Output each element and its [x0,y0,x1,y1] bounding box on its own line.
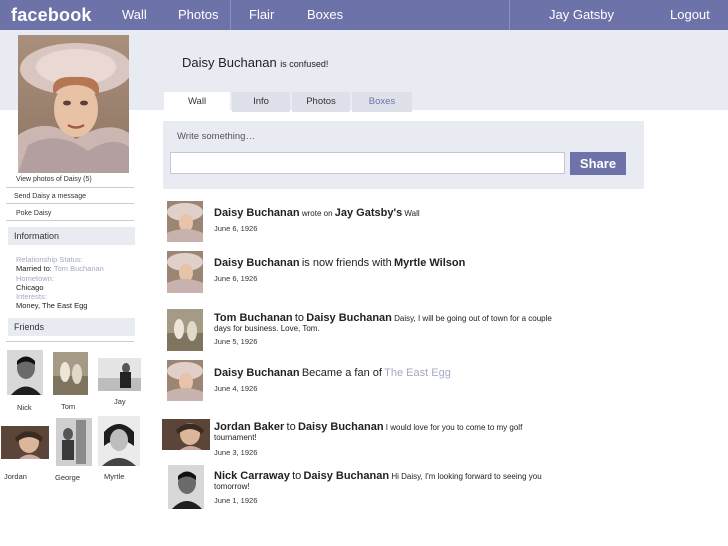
interests-value: Money, The East Egg [16,301,88,310]
story-actor[interactable]: Daisy Buchanan [214,367,300,379]
nav-divider [509,0,510,30]
story-actor[interactable]: Tom Buchanan [214,312,293,324]
friends-header: Friends [8,318,135,336]
story-text: Daisy Buchanan is now friends with Myrtl… [214,257,564,269]
friend-photo-nick[interactable] [7,350,43,395]
divider [6,341,134,342]
friend-photo-jay[interactable] [98,358,141,391]
tab-boxes[interactable]: Boxes [352,92,412,112]
story-actor[interactable]: Daisy Buchanan [214,257,300,269]
story-actor[interactable]: Daisy Buchanan [214,207,300,219]
tab-info[interactable]: Info [232,92,290,112]
story-avatar-tom[interactable] [167,309,203,351]
story-avatar-daisy[interactable] [167,251,203,293]
story-text: Jordan Baker to Daisy Buchanan I would l… [214,421,564,442]
facebook-logo[interactable]: facebook [11,0,92,30]
nav-divider [230,0,231,30]
top-navigation-bar: facebook Wall Photos Flair Boxes Jay Gat… [0,0,728,30]
friend-name-myrtle[interactable]: Myrtle [104,472,124,481]
married-label: Married to: [16,264,52,273]
publisher-prompt: Write something… [177,131,255,142]
nav-photos[interactable]: Photos [178,0,218,30]
story-text: Daisy Buchanan Became a fan of The East … [214,367,564,379]
story-action: is now friends with [301,257,392,269]
story-date: June 4, 1926 [214,384,258,393]
nav-flair[interactable]: Flair [249,0,274,30]
wall-post-input[interactable] [170,152,565,174]
story-date: June 5, 1926 [214,337,258,346]
logout-link[interactable]: Logout [670,0,710,30]
story-date: June 6, 1926 [214,274,258,283]
fan-page-link[interactable]: The East Egg [384,367,451,379]
friend-name-george[interactable]: George [55,473,80,482]
divider [6,187,134,188]
story-date: June 3, 1926 [214,448,258,457]
spouse-link[interactable]: Tom Buchanan [54,264,104,273]
friend-photo-tom[interactable] [53,352,88,395]
story-actor[interactable]: Jordan Baker [214,421,284,433]
story-date: June 6, 1926 [214,224,258,233]
story-action: wrote on [301,209,333,218]
story-target[interactable]: Daisy Buchanan [306,312,392,324]
story-avatar-daisy[interactable] [167,360,203,401]
share-button[interactable]: Share [570,152,626,175]
story-target[interactable]: Jay Gatsby's [335,207,402,219]
story-action: Became a fan of [301,367,382,379]
story-action: to [286,421,296,433]
married-to-line: Married to: Tom Buchanan [16,264,104,274]
story-tail: Wall [404,209,420,218]
story-actor[interactable]: Nick Carraway [214,470,290,482]
friend-photo-jordan[interactable] [1,426,49,459]
story-action: to [292,470,302,482]
profile-photo[interactable] [18,35,129,173]
friend-name-jay[interactable]: Jay [114,397,126,406]
friend-name-jordan[interactable]: Jordan [4,472,27,481]
story-target[interactable]: Daisy Buchanan [298,421,384,433]
story-avatar-nick[interactable] [168,465,204,509]
story-date: June 1, 1926 [214,496,258,505]
friend-photo-george[interactable] [56,418,92,466]
story-text: Tom Buchanan to Daisy Buchanan Daisy, I … [214,312,564,333]
nav-boxes[interactable]: Boxes [307,0,343,30]
story-text: Nick Carraway to Daisy Buchanan Hi Daisy… [214,470,564,491]
tab-wall[interactable]: Wall [164,92,230,112]
story-avatar-jordan[interactable] [162,419,210,450]
profile-name-heading: Daisy Buchanan is confused! [182,55,328,70]
user-profile-link[interactable]: Jay Gatsby [549,0,614,30]
view-photos-link[interactable]: View photos of Daisy (5) [16,176,144,183]
divider [6,220,134,221]
profile-status: is confused! [280,59,329,69]
friend-photo-myrtle[interactable] [98,416,140,466]
profile-name: Daisy Buchanan [182,55,277,70]
tab-photos[interactable]: Photos [292,92,350,112]
send-message-link[interactable]: Send Daisy a message [14,193,142,200]
friend-name-tom[interactable]: Tom [61,402,75,411]
story-target[interactable]: Daisy Buchanan [303,470,389,482]
story-text: Daisy Buchanan wrote on Jay Gatsby's Wal… [214,207,564,219]
story-target[interactable]: Myrtle Wilson [394,257,465,269]
poke-link[interactable]: Poke Daisy [16,210,144,217]
friend-name-nick[interactable]: Nick [17,403,32,412]
story-action: to [294,312,305,324]
divider [6,203,134,204]
nav-wall[interactable]: Wall [122,0,147,30]
story-avatar-daisy[interactable] [167,201,203,242]
hometown-label: Hometown: [16,273,54,283]
information-header: Information [8,227,135,245]
